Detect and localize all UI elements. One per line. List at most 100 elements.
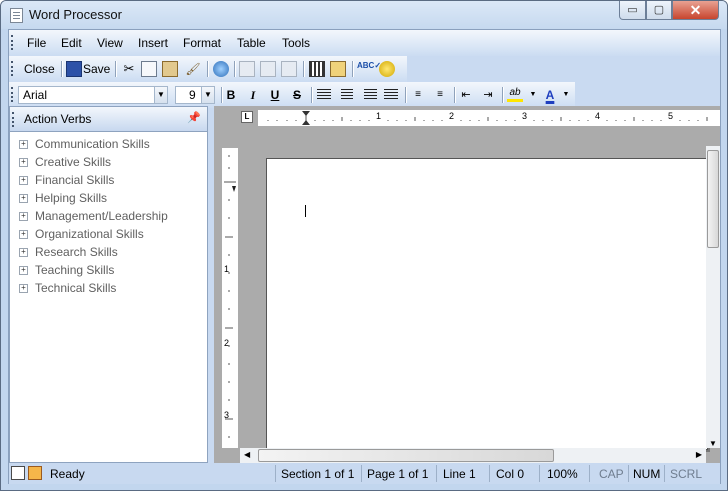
tree-label: Creative Skills — [35, 155, 112, 169]
ruler-number: 3 — [224, 410, 230, 420]
copy-icon[interactable] — [141, 61, 157, 77]
vertical-ruler[interactable]: 1 2 3 — [222, 148, 238, 448]
menu-view[interactable]: View — [97, 36, 123, 50]
align-left-icon[interactable] — [316, 87, 332, 103]
menu-table[interactable]: Table — [237, 36, 266, 50]
separator — [207, 61, 208, 77]
vertical-scrollbar[interactable]: ▼ — [706, 146, 720, 448]
document-icon — [10, 8, 23, 23]
status-col: Col 0 — [496, 467, 525, 481]
strikethrough-button[interactable]: S — [289, 87, 305, 103]
spellcheck-icon[interactable]: ABC✓ — [357, 61, 381, 77]
menu-edit[interactable]: Edit — [61, 36, 82, 50]
expand-icon[interactable]: + — [19, 230, 28, 239]
pane-grip[interactable] — [12, 112, 16, 127]
separator — [502, 87, 503, 103]
tab-stop-selector[interactable]: L — [241, 111, 253, 123]
columns-icon[interactable] — [309, 61, 325, 77]
close-window-button[interactable]: ✕ — [672, 1, 719, 20]
tree-label: Research Skills — [35, 245, 118, 259]
expand-icon[interactable]: + — [19, 212, 28, 221]
cut-icon[interactable]: ✂ — [121, 61, 137, 77]
status-num: NUM — [633, 467, 661, 481]
expand-icon[interactable]: + — [19, 194, 28, 203]
separator — [361, 465, 362, 482]
paste-icon[interactable] — [162, 61, 178, 77]
redo-all-icon[interactable] — [281, 61, 297, 77]
scroll-thumb[interactable] — [707, 150, 719, 248]
justify-icon[interactable] — [383, 87, 399, 103]
find-icon[interactable] — [330, 61, 346, 77]
separator — [664, 465, 665, 482]
expand-icon[interactable]: + — [19, 266, 28, 275]
ruler-number: 2 — [224, 338, 230, 348]
separator — [589, 465, 590, 482]
undo-icon[interactable] — [239, 61, 255, 77]
page-view-icon[interactable] — [28, 466, 42, 480]
menu-tools[interactable]: Tools — [282, 36, 310, 50]
ruler-ticks — [267, 111, 708, 125]
expand-icon[interactable]: + — [19, 176, 28, 185]
expand-icon[interactable]: + — [19, 284, 28, 293]
increase-indent-icon[interactable]: ⇥ — [480, 87, 496, 103]
menu-grip[interactable] — [11, 35, 15, 50]
highlight-button[interactable]: ab — [507, 87, 523, 102]
scroll-thumb[interactable] — [258, 449, 554, 462]
status-cap: CAP — [599, 467, 624, 481]
menu-format[interactable]: Format — [183, 36, 221, 50]
status-zoom: 100% — [547, 467, 578, 481]
expand-icon[interactable]: + — [19, 248, 28, 257]
chevron-down-icon[interactable]: ▼ — [525, 87, 541, 103]
close-button[interactable]: Close — [24, 60, 55, 78]
save-button[interactable]: Save — [83, 60, 110, 78]
horizontal-scrollbar[interactable]: ◀ ▶ — [240, 448, 706, 463]
separator — [221, 87, 222, 103]
menu-insert[interactable]: Insert — [138, 36, 168, 50]
chevron-down-icon[interactable]: ▼ — [558, 87, 574, 103]
separator — [234, 61, 235, 77]
status-bar: Ready Section 1 of 1 Page 1 of 1 Line 1 … — [9, 463, 720, 484]
font-select[interactable]: Arial ▼ — [18, 86, 168, 104]
toolbar-grip[interactable] — [11, 61, 15, 76]
normal-view-icon[interactable] — [11, 466, 25, 480]
decrease-indent-icon[interactable]: ⇤ — [458, 87, 474, 103]
numbered-list-icon[interactable]: ≡ — [410, 87, 426, 103]
font-size-select[interactable]: 9 ▼ — [175, 86, 215, 104]
horizontal-ruler[interactable]: 1 2 3 4 5 — [258, 110, 720, 126]
scroll-right-icon[interactable]: ▶ — [696, 450, 702, 459]
document-page[interactable] — [266, 158, 708, 450]
scroll-left-icon[interactable]: ◀ — [244, 450, 250, 459]
document-area: L 1 2 3 4 5 1 2 3 ▼ ◀ ▶ — [214, 106, 720, 463]
menu-file[interactable]: File — [27, 36, 46, 50]
maximize-button[interactable]: ▢ — [646, 1, 672, 20]
text-cursor — [305, 205, 306, 217]
bullet-list-icon[interactable]: ≡ — [432, 87, 448, 103]
bold-button[interactable]: B — [223, 87, 239, 103]
font-color-button[interactable]: A — [542, 87, 558, 103]
align-right-icon[interactable] — [361, 87, 377, 103]
action-verbs-pane: Action Verbs 📌 + Communication Skills + Cr… — [9, 106, 208, 463]
minimize-button[interactable]: ▭ — [619, 1, 646, 20]
save-icon[interactable] — [66, 61, 82, 77]
format-painter-icon[interactable]: 🖌 — [185, 61, 201, 77]
pin-icon[interactable]: 📌 — [187, 111, 201, 124]
italic-button[interactable]: I — [245, 87, 261, 103]
scroll-down-icon[interactable]: ▼ — [709, 439, 717, 448]
ruler-number: 1 — [224, 264, 230, 274]
toolbar-grip[interactable] — [11, 87, 15, 102]
chevron-down-icon[interactable]: ▼ — [154, 87, 167, 103]
replace-icon[interactable] — [379, 61, 395, 77]
hyperlink-icon[interactable] — [213, 61, 229, 77]
expand-icon[interactable]: + — [19, 158, 28, 167]
chevron-down-icon[interactable]: ▼ — [201, 87, 214, 103]
ruler-number: 3 — [522, 111, 528, 121]
align-center-icon[interactable] — [339, 87, 355, 103]
tree-label: Management/Leadership — [35, 209, 168, 223]
status-scrl: SCRL — [670, 467, 703, 481]
underline-button[interactable]: U — [267, 87, 283, 103]
expand-icon[interactable]: + — [19, 140, 28, 149]
redo-icon[interactable] — [260, 61, 276, 77]
app-window: Word Processor ▭ ▢ ✕ File Edit View Inse… — [0, 0, 728, 491]
menu-bar: File Edit View Insert Format Table Tools — [9, 30, 720, 56]
separator — [275, 465, 276, 482]
